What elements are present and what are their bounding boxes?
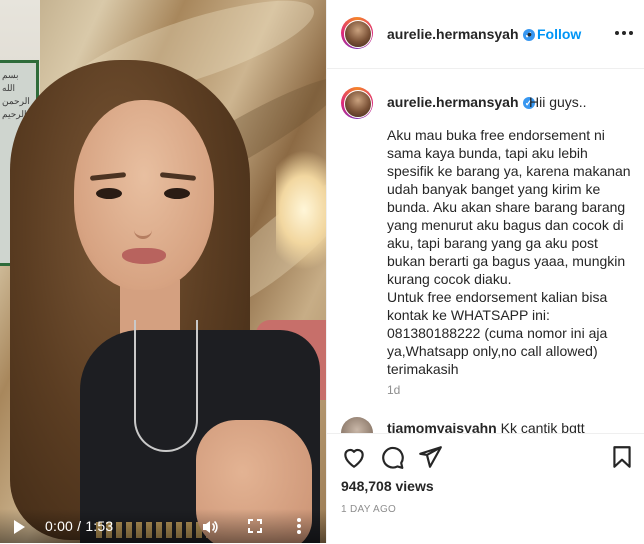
video-player[interactable]: بسم الله الرحمن الرحيم 0:00 / 1:53 xyxy=(0,0,326,543)
author-avatar[interactable] xyxy=(341,17,373,49)
caption-avatar[interactable] xyxy=(341,87,373,119)
commenter-username[interactable]: tiamomyaisyahn xyxy=(387,420,497,433)
eye-right xyxy=(164,188,190,199)
eyebrow-right xyxy=(159,172,197,181)
video-controls: 0:00 / 1:53 xyxy=(0,509,326,543)
nose xyxy=(134,210,152,239)
commenter-avatar[interactable] xyxy=(341,417,373,433)
like-heart-icon[interactable] xyxy=(341,444,367,470)
caption-text: Aku mau buka free endorsement ni sama ka… xyxy=(387,127,631,377)
video-time: 0:00 / 1:53 xyxy=(45,518,114,534)
eyebrow-left xyxy=(89,172,127,181)
save-bookmark-icon[interactable] xyxy=(609,444,635,470)
separator-dot: • xyxy=(527,26,532,42)
caption-age[interactable]: 1d xyxy=(387,383,400,397)
caption-username-text[interactable]: aurelie.hermansyah xyxy=(387,94,519,110)
author-username-text[interactable]: aurelie.hermansyah xyxy=(387,26,519,42)
caption-first-line: Hii guys.. xyxy=(529,94,587,110)
eye-left xyxy=(96,188,122,199)
post-header: aurelie.hermansyah ✓ • Follow xyxy=(327,0,644,69)
action-bar: 948,708 views 1 DAY AGO xyxy=(327,433,644,544)
post-sidebar: aurelie.hermansyah ✓ • Follow aurelie.her… xyxy=(326,0,644,543)
post-date[interactable]: 1 DAY AGO xyxy=(341,504,396,515)
comment-icon[interactable] xyxy=(379,444,405,470)
lips xyxy=(122,248,166,264)
comment-text: Kk cantik bgtt xyxy=(500,420,585,433)
person-in-video xyxy=(10,60,320,543)
comments-area[interactable]: aurelie.hermansyah ✓ Hii guys.. Aku mau b… xyxy=(327,69,644,433)
necklace xyxy=(134,320,198,452)
face xyxy=(74,100,214,290)
follow-button[interactable]: Follow xyxy=(537,26,581,42)
author-username[interactable]: aurelie.hermansyah ✓ xyxy=(387,26,535,42)
caption-username[interactable]: aurelie.hermansyah ✓ xyxy=(387,94,535,110)
video-more-icon[interactable] xyxy=(296,517,302,535)
more-options-icon[interactable] xyxy=(614,30,634,36)
share-icon[interactable] xyxy=(417,444,443,470)
comment-row: tiamomyaisyahn Kk cantik bgtt xyxy=(387,420,585,433)
view-count[interactable]: 948,708 views xyxy=(341,478,434,494)
fullscreen-icon[interactable] xyxy=(248,519,262,533)
volume-icon[interactable] xyxy=(202,519,218,535)
play-icon[interactable] xyxy=(14,520,25,534)
